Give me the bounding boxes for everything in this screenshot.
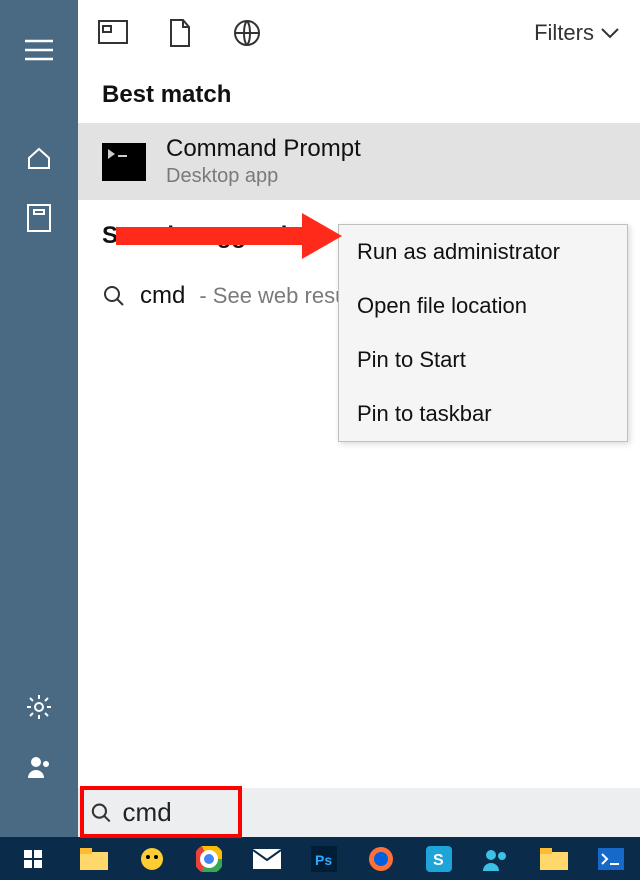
context-open-file-location[interactable]: Open file location xyxy=(339,279,627,333)
menu-icon[interactable] xyxy=(0,20,78,80)
result-title: Command Prompt xyxy=(166,135,361,163)
taskbar-explorer[interactable] xyxy=(65,837,122,880)
taskbar-chrome[interactable] xyxy=(180,837,237,880)
taskbar-snagit[interactable]: S xyxy=(410,837,467,880)
best-match-header: Best match xyxy=(78,65,640,123)
documents-scope-icon[interactable] xyxy=(168,18,192,48)
suggestion-term: cmd xyxy=(140,282,185,310)
taskbar-mail[interactable] xyxy=(238,837,295,880)
context-pin-to-start[interactable]: Pin to Start xyxy=(339,333,627,387)
taskbar: Ps S xyxy=(0,837,640,880)
context-pin-to-taskbar[interactable]: Pin to taskbar xyxy=(339,387,627,441)
taskbar-people[interactable] xyxy=(468,837,525,880)
start-button[interactable] xyxy=(0,837,65,880)
chevron-down-icon xyxy=(600,26,620,40)
taskbar-search-box[interactable] xyxy=(78,788,640,837)
search-sidebar xyxy=(0,0,78,837)
home-icon[interactable] xyxy=(0,128,78,188)
settings-icon[interactable] xyxy=(0,677,78,737)
taskbar-firefox[interactable] xyxy=(353,837,410,880)
search-icon xyxy=(90,801,113,825)
svg-text:Ps: Ps xyxy=(315,852,332,868)
result-subtitle: Desktop app xyxy=(166,165,361,188)
web-scope-icon[interactable] xyxy=(232,18,262,48)
windows-icon xyxy=(23,849,43,869)
search-icon xyxy=(102,284,126,308)
taskbar-explorer-2[interactable] xyxy=(525,837,582,880)
filters-label: Filters xyxy=(534,20,594,46)
apps-scope-icon[interactable] xyxy=(98,20,128,46)
taskbar-app-lego[interactable] xyxy=(123,837,180,880)
taskbar-photoshop[interactable]: Ps xyxy=(295,837,352,880)
result-text: Command Prompt Desktop app xyxy=(166,135,361,188)
search-scope-bar: Filters xyxy=(78,0,640,65)
command-prompt-icon xyxy=(102,143,146,181)
search-input[interactable] xyxy=(123,797,628,828)
result-command-prompt[interactable]: Command Prompt Desktop app xyxy=(78,123,640,200)
taskbar-terminal[interactable] xyxy=(583,837,640,880)
context-menu: Run as administrator Open file location … xyxy=(338,224,628,442)
context-run-as-admin[interactable]: Run as administrator xyxy=(339,225,627,279)
filters-dropdown[interactable]: Filters xyxy=(534,20,620,46)
svg-text:S: S xyxy=(433,852,444,869)
apps-icon[interactable] xyxy=(0,188,78,248)
account-icon[interactable] xyxy=(0,737,78,797)
